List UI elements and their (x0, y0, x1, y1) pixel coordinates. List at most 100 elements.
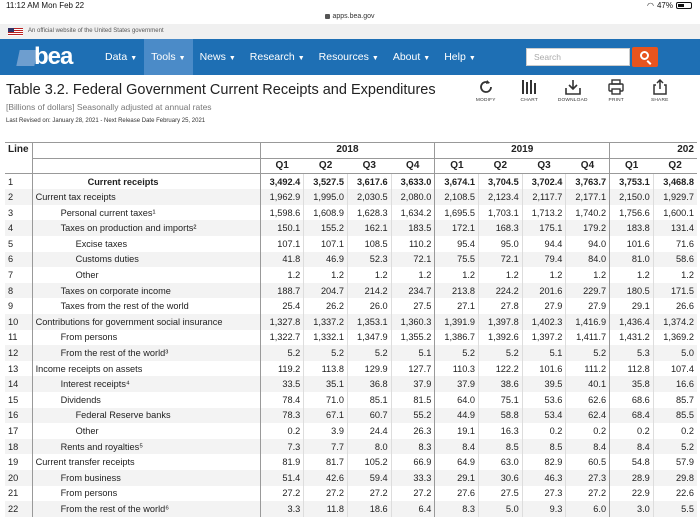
table-cell: 51.4 (259, 469, 304, 486)
table-cell: 1,322.7 (259, 329, 304, 346)
table-cell: 27.9 (565, 298, 610, 315)
table-cell: 16.6 (652, 376, 697, 392)
nav-item-data[interactable]: Data ▼ (98, 39, 144, 75)
row-label[interactable]: From the rest of the world⁶ (32, 501, 261, 517)
table-cell: 8.5 (478, 438, 523, 455)
table-cell: 3,702.4 (521, 173, 566, 190)
table-cell: 101.6 (609, 236, 654, 252)
row-line-number: 2 (5, 189, 33, 205)
page-title: Table 3.2. Federal Government Current Re… (6, 82, 436, 98)
chevron-down-icon: ▼ (423, 55, 431, 62)
row-label[interactable]: Current receipts (32, 174, 260, 190)
table-cell: 33.3 (390, 469, 435, 486)
row-label[interactable]: From the rest of the world³ (32, 345, 261, 361)
row-line-number: 18 (5, 438, 33, 455)
row-label[interactable]: Excise taxes (32, 236, 260, 252)
table-cell: 35.8 (609, 376, 654, 392)
row-line-number: 4 (5, 220, 33, 237)
table-row: 12 From the rest of the world³ 5.2 5.2 5.2 5.… (5, 345, 697, 361)
row-label[interactable]: Taxes on corporate income (32, 282, 261, 299)
table-cell: 5.5 (652, 501, 697, 517)
table-cell: 1,374.2 (652, 314, 697, 330)
table-row: 18 Rents and royalties⁵ 7.3 7.7 8.0 8.3 8.4 8.5… (5, 438, 697, 455)
table-row: 14 Interest receipts⁴ 33.5 35.1 36.8 37.9 37.9… (5, 376, 697, 392)
print-icon (608, 79, 624, 95)
row-label[interactable]: Other (32, 267, 260, 283)
data-table-container[interactable]: Line 2018 2019 202 Q1 Q2 Q3 Q4 Q1 Q2 Q3 … (5, 142, 700, 525)
table-cell: 171.5 (652, 282, 697, 299)
table-row: 2 Current tax receipts 1,962.9 1,995.0 2,030… (5, 189, 697, 205)
row-line-number: 11 (5, 329, 33, 346)
table-cell: 8.0 (346, 438, 392, 455)
table-cell: 84.0 (565, 251, 610, 268)
table-cell: 229.7 (565, 282, 610, 299)
row-label[interactable]: Personal current taxes¹ (32, 205, 260, 221)
year-header-row: Line 2018 2019 202 (5, 142, 697, 175)
row-label[interactable]: From persons (32, 330, 260, 346)
search-button[interactable] (632, 47, 658, 67)
row-label[interactable]: Taxes on production and imports² (32, 220, 261, 237)
row-label[interactable]: From business (32, 469, 261, 486)
table-cell: 39.5 (521, 376, 566, 392)
table-cell: 26.0 (346, 298, 392, 315)
main-nav: bea Data ▼ Tools ▼ News ▼ Research ▼ Resourc… (0, 39, 700, 75)
row-label[interactable]: Customs duties (32, 251, 261, 268)
nav-item-help[interactable]: Help ▼ (437, 39, 483, 75)
table-cell: 112.8 (609, 360, 654, 377)
row-label[interactable]: Current transfer receipts (32, 454, 260, 470)
modify-button[interactable]: MODIFY (464, 78, 508, 103)
nav-item-research[interactable]: Research ▼ (243, 39, 312, 75)
address-bar[interactable]: apps.bea.gov (0, 11, 700, 23)
table-cell: 1.2 (303, 267, 348, 283)
nav-item-news[interactable]: News ▼ (193, 39, 243, 75)
table-cell: 55.2 (390, 407, 435, 424)
row-label[interactable]: Contributions for government social insu… (32, 314, 261, 330)
row-label[interactable]: Dividends (32, 392, 260, 408)
quarter-header: Q2 (478, 158, 523, 175)
share-button[interactable]: SHARE (638, 78, 682, 103)
table-cell: 3,633.0 (390, 173, 435, 190)
table-cell: 111.2 (565, 360, 610, 377)
bea-logo[interactable]: bea (34, 44, 73, 70)
row-label[interactable]: Taxes from the rest of the world (32, 298, 260, 314)
line-column-header[interactable]: Line (5, 142, 33, 175)
status-time: 11:12 AM Mon Feb 22 (6, 1, 85, 10)
row-label[interactable]: Other (32, 423, 260, 439)
row-label[interactable]: Interest receipts⁴ (32, 376, 261, 392)
print-button[interactable]: PRINT (595, 78, 639, 103)
table-cell: 8.3 (390, 438, 435, 455)
table-cell: 19.1 (434, 423, 479, 439)
table-cell: 3,617.6 (346, 173, 392, 190)
chevron-down-icon: ▼ (371, 55, 379, 62)
row-label[interactable]: Federal Reserve banks (32, 407, 261, 424)
chart-button[interactable]: CHART (508, 78, 552, 103)
table-cell: 1.2 (609, 267, 654, 283)
table-row: 20 From business 51.4 42.6 59.4 33.3 29.1 30.6 4… (5, 469, 697, 486)
share-label: SHARE (650, 98, 669, 103)
table-cell: 224.2 (478, 282, 523, 299)
table-cell: 3,468.8 (652, 173, 697, 190)
table-cell: 1,397.2 (521, 329, 566, 346)
search-input[interactable]: Search (526, 48, 630, 66)
nav-item-resources[interactable]: Resources ▼ (312, 39, 386, 75)
table-cell: 71.0 (303, 392, 348, 408)
row-label[interactable]: From persons (32, 486, 260, 502)
table-cell: 5.1 (521, 345, 566, 361)
table-cell: 1,392.6 (478, 329, 523, 346)
table-cell: 1.2 (259, 267, 304, 283)
download-button[interactable]: DOWNLOAD (551, 78, 595, 103)
table-row: 22 From the rest of the world⁶ 3.3 11.8 18.6… (5, 501, 697, 517)
row-label[interactable]: Rents and royalties⁵ (32, 438, 261, 455)
table-cell: 1,608.9 (303, 204, 348, 221)
table-cell: 1,929.7 (652, 189, 697, 205)
nav-item-about[interactable]: About ▼ (386, 39, 437, 75)
nav-item-tools[interactable]: Tools ▼ (144, 39, 193, 75)
download-label: DOWNLOAD (557, 98, 588, 103)
table-cell: 30.6 (478, 469, 523, 486)
row-label[interactable]: Current tax receipts (32, 189, 261, 205)
table-cell: 28.9 (609, 469, 654, 486)
table-cell: 25.4 (259, 298, 304, 315)
row-label[interactable]: Income receipts on assets (32, 361, 260, 377)
table-cell: 95.0 (478, 236, 523, 252)
table-cell: 110.3 (434, 360, 479, 377)
